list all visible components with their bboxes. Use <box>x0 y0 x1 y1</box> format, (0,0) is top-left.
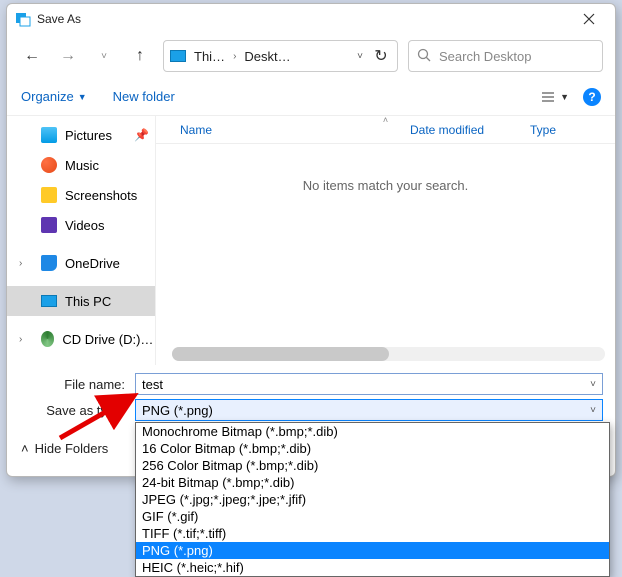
address-bar[interactable]: Thi… › Deskt… ˅ ↻ <box>163 40 398 72</box>
up-button[interactable]: ↑ <box>127 43 153 69</box>
filetype-option[interactable]: 16 Color Bitmap (*.bmp;*.dib) <box>136 440 609 457</box>
music-icon <box>41 157 57 173</box>
pin-icon: 📌 <box>134 128 149 142</box>
filetype-option[interactable]: Monochrome Bitmap (*.bmp;*.dib) <box>136 423 609 440</box>
pictures-icon <box>41 127 57 143</box>
recent-dropdown[interactable]: ˅ <box>91 43 117 69</box>
app-icon <box>15 11 31 27</box>
pc-icon <box>170 50 186 62</box>
new-folder-button[interactable]: New folder <box>113 89 175 104</box>
filename-dropdown-icon[interactable]: ˅ <box>590 379 596 390</box>
horizontal-scrollbar[interactable] <box>172 347 605 361</box>
sidebar-item-onedrive[interactable]: › OneDrive <box>7 248 155 278</box>
videos-icon <box>41 217 57 233</box>
expand-icon[interactable]: › <box>19 258 22 269</box>
search-placeholder: Search Desktop <box>439 49 532 64</box>
organize-menu[interactable]: Organize▼ <box>21 89 87 104</box>
savetype-dropdown-icon[interactable]: ˅ <box>590 405 596 416</box>
filetype-option[interactable]: HEIC (*.heic;*.hif) <box>136 559 609 576</box>
breadcrumb-desktop[interactable]: Deskt… <box>240 49 294 64</box>
sidebar-item-cddrive[interactable]: › CD Drive (D:) CCO <box>7 324 155 354</box>
search-input[interactable]: Search Desktop <box>408 40 603 72</box>
search-icon <box>417 48 431 65</box>
view-options-button[interactable]: ▼ <box>542 91 569 103</box>
savetype-label: Save as type: <box>19 403 129 418</box>
forward-button[interactable]: → <box>55 43 81 69</box>
breadcrumb-thispc[interactable]: Thi… <box>190 49 229 64</box>
filetype-option[interactable]: 256 Color Bitmap (*.bmp;*.dib) <box>136 457 609 474</box>
address-dropdown[interactable]: ˅ <box>353 51 367 62</box>
chevron-right-icon[interactable]: › <box>233 51 236 62</box>
column-type[interactable]: Type <box>530 123 556 137</box>
help-button[interactable]: ? <box>583 88 601 106</box>
filetype-option[interactable]: GIF (*.gif) <box>136 508 609 525</box>
scrollbar-thumb[interactable] <box>172 347 389 361</box>
close-button[interactable] <box>567 4 611 34</box>
chevron-up-icon: ˄ <box>21 441 29 456</box>
fields-area: File name: test ˅ Save as type: PNG (*.p… <box>7 365 615 423</box>
cd-icon <box>41 331 54 347</box>
thispc-icon <box>41 295 57 307</box>
empty-message: No items match your search. <box>156 178 615 193</box>
column-date[interactable]: Date modified <box>410 123 530 137</box>
sidebar-item-videos[interactable]: Videos <box>7 210 155 240</box>
filename-label: File name: <box>19 377 129 392</box>
sidebar-item-thispc[interactable]: This PC <box>7 286 155 316</box>
sidebar: Pictures 📌 Music Screenshots Videos › On… <box>7 116 155 365</box>
column-name[interactable]: Name <box>180 123 410 137</box>
sidebar-item-screenshots[interactable]: Screenshots <box>7 180 155 210</box>
dialog-title: Save As <box>37 12 567 26</box>
filetype-option[interactable]: JPEG (*.jpg;*.jpeg;*.jpe;*.jfif) <box>136 491 609 508</box>
onedrive-icon <box>41 255 57 271</box>
titlebar: Save As <box>7 4 615 34</box>
folder-icon <box>41 187 57 203</box>
sidebar-item-pictures[interactable]: Pictures 📌 <box>7 120 155 150</box>
save-as-dialog: Save As ← → ˅ ↑ Thi… › Deskt… ˅ ↻ Search… <box>6 3 616 477</box>
sort-asc-icon: ˄ <box>383 115 388 125</box>
nav-row: ← → ˅ ↑ Thi… › Deskt… ˅ ↻ Search Desktop <box>7 34 615 78</box>
filetype-option[interactable]: 24-bit Bitmap (*.bmp;*.dib) <box>136 474 609 491</box>
savetype-combobox[interactable]: PNG (*.png) ˅ <box>135 399 603 421</box>
file-list-pane: ˄ Name Date modified Type No items match… <box>155 116 615 365</box>
toolbar: Organize▼ New folder ▼ ? <box>7 78 615 116</box>
filename-input[interactable]: test ˅ <box>135 373 603 395</box>
savetype-dropdown-list[interactable]: Monochrome Bitmap (*.bmp;*.dib)16 Color … <box>135 422 610 577</box>
expand-icon[interactable]: › <box>19 334 22 345</box>
filetype-option[interactable]: TIFF (*.tif;*.tiff) <box>136 525 609 542</box>
sidebar-item-music[interactable]: Music <box>7 150 155 180</box>
refresh-button[interactable]: ↻ <box>371 46 391 66</box>
hide-folders-button[interactable]: ˄ Hide Folders <box>21 441 108 456</box>
filetype-option[interactable]: PNG (*.png) <box>136 542 609 559</box>
back-button[interactable]: ← <box>19 43 45 69</box>
